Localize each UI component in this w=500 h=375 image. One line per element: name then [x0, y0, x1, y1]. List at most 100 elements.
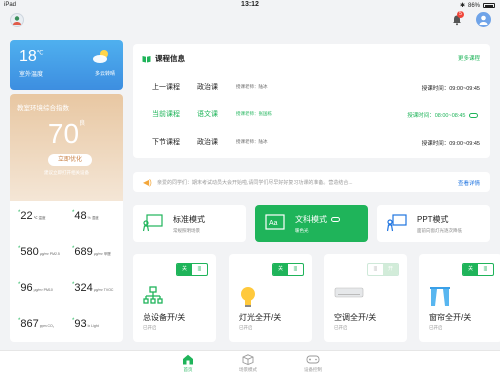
loop-icon — [331, 217, 341, 223]
environment-title: 教室环境综合指数 — [17, 105, 69, 112]
metric-name: Light — [91, 324, 99, 328]
toggle-on-option[interactable]: ||| — [192, 264, 207, 275]
app-header: 5 — [0, 10, 500, 34]
speaker-icon: ◀) — [143, 178, 152, 187]
notice-bar[interactable]: ◀) 亲爱的同学们：期末考试动员大会开始啦,请同学们尽早好好复习功课的准备。营造… — [133, 172, 490, 192]
toggle-on-option[interactable]: ||| — [478, 264, 493, 275]
metric-unit: lx — [87, 324, 91, 328]
device-status: 已开启 — [334, 325, 348, 330]
notice-details-link[interactable]: 查看详情 — [458, 179, 480, 187]
tab-scene-mode[interactable]: 场景模式 — [228, 354, 268, 373]
toggle-off-option[interactable]: 关 — [463, 264, 478, 275]
metric-pm25: *580μg/m³PM2.5 — [18, 246, 60, 258]
device-toggle[interactable]: 关 ||| — [176, 263, 208, 276]
battery-icon — [483, 3, 495, 8]
mode-liberal-arts[interactable]: Aa 文科模式 暖色光 — [255, 205, 368, 242]
mode-title: 文科模式 — [295, 214, 341, 225]
tab-label: 设备控制 — [304, 367, 322, 372]
device-toggle[interactable]: 关 ||| — [462, 263, 494, 276]
course-row-current[interactable]: 当前课程 语文课 授课老师：张国栋 授课时间：08:00~08:45 — [133, 100, 490, 128]
course-header: 课程信息 — [142, 53, 185, 64]
course-title: 课程信息 — [155, 54, 185, 63]
optimize-now-button[interactable]: 立即优化 — [48, 154, 92, 166]
course-subject: 政治课 — [197, 139, 218, 146]
device-lights: 关 ||| 灯光全开/关 已开启 — [229, 254, 312, 342]
device-status: 已开启 — [429, 325, 443, 330]
network-icon — [143, 286, 163, 304]
weather-label: 室外温度 — [19, 72, 44, 78]
cloud-sun-icon — [93, 50, 108, 63]
metric-co2: *867ppmCO₂ — [18, 318, 54, 330]
profile-avatar[interactable] — [476, 12, 491, 27]
metric-light: *93lxLight — [72, 318, 99, 330]
temperature-value: 18 — [19, 48, 37, 65]
course-slot: 上一课程 — [152, 84, 180, 91]
tab-device-control[interactable]: 设备控制 — [293, 354, 333, 373]
tab-home[interactable]: 首页 — [168, 354, 208, 373]
environment-card: 教室环境综合指数 70良 立即优化 建议立即打开相关设备 *22℃温度 *48%… — [10, 94, 123, 342]
course-row-next[interactable]: 下节课程 政治课 授课老师：陆冰 授课时间：09:00~09:45 — [133, 128, 490, 156]
environment-summary: 教室环境综合指数 70良 立即优化 建议立即打开相关设备 — [10, 94, 123, 201]
device-all: 关 ||| 总设备开/关 已开启 — [133, 254, 216, 342]
score-value: 70 — [47, 118, 80, 149]
device-title: 窗帘全开/关 — [429, 313, 472, 322]
metric-unit: μg/m³ — [93, 252, 103, 256]
course-slot: 当前课程 — [152, 111, 180, 118]
more-courses-link[interactable]: 更多课程 — [458, 54, 480, 62]
metric-temperature: *22℃温度 — [18, 210, 46, 222]
status-right: ✱ 86% — [460, 2, 495, 9]
device-toggle[interactable]: 关 ||| — [272, 263, 304, 276]
device-toggle[interactable]: ||| 开 — [367, 263, 399, 276]
course-time: 授课时间：09:00~09:45 — [421, 86, 480, 92]
metric-value: 580 — [20, 246, 39, 258]
user-avatar[interactable] — [10, 13, 24, 27]
environment-tip: 建议立即打开相关设备 — [44, 170, 89, 175]
metric-name: TVOC — [103, 288, 114, 292]
toggle-on-option[interactable]: 开 — [383, 264, 398, 275]
mode-title-text: 文科模式 — [295, 215, 327, 224]
course-time: 授课时间：09:00~09:45 — [421, 141, 480, 147]
metric-value: 48 — [74, 210, 87, 222]
metric-name: 甲醛 — [103, 252, 111, 256]
metric-name: PM2.5 — [49, 252, 60, 256]
user-icon — [479, 15, 488, 25]
metric-name: 温度 — [38, 216, 46, 220]
status-bar: iPad 13:12 ✱ 86% — [0, 0, 500, 10]
temperature-unit: ℃ — [36, 50, 44, 57]
metric-name: CO₂ — [47, 324, 55, 328]
toggle-off-option[interactable]: ||| — [368, 264, 383, 275]
mode-subtitle: 暖色光 — [295, 228, 309, 233]
device-status: 已开启 — [239, 325, 253, 330]
mode-title: PPT模式 — [417, 215, 449, 224]
course-time: 授课时间：08:00~08:45 — [407, 113, 466, 119]
metric-value: 867 — [20, 318, 39, 330]
device-status: 已开启 — [143, 325, 157, 330]
battery-percent: 86% — [467, 2, 480, 9]
mode-subtitle: 常规照明场景 — [173, 228, 200, 233]
outdoor-temperature: 18℃ — [19, 48, 44, 66]
device-curtains: 关 ||| 窗帘全开/关 已开启 — [419, 254, 500, 342]
device-air-conditioner: ||| 开 空调全开/关 已开启 — [324, 254, 407, 342]
course-teacher: 授课老师：张国栋 — [236, 111, 272, 116]
metric-name: 湿度 — [91, 216, 99, 220]
toggle-on-option[interactable]: ||| — [288, 264, 303, 275]
metric-unit: μg/m³ — [33, 288, 43, 292]
toggle-off-option[interactable]: 关 — [273, 264, 288, 275]
svg-text:Aa: Aa — [269, 220, 278, 227]
weather-card: 18℃ 室外温度 多云转晴 — [10, 40, 123, 90]
mode-ppt[interactable]: PPT模式 面前向窗灯光逐次降低 — [377, 205, 490, 242]
metric-value: 689 — [74, 246, 93, 258]
presentation-icon — [387, 214, 407, 232]
mode-subtitle: 面前向窗灯光逐次降低 — [417, 228, 462, 233]
environment-score: 70良 — [10, 118, 123, 150]
mode-standard[interactable]: 标准模式 常规照明场景 — [133, 205, 246, 242]
air-conditioner-icon — [334, 287, 364, 298]
course-subject: 政治课 — [197, 84, 218, 91]
toggle-off-option[interactable]: 关 — [177, 264, 192, 275]
course-teacher: 授课老师：陆冰 — [236, 84, 268, 89]
course-row-previous[interactable]: 上一课程 政治课 授课老师：陆冰 授课时间：09:00~09:45 — [133, 73, 490, 101]
metric-name: PM10 — [43, 288, 53, 292]
course-teacher: 授课老师：陆冰 — [236, 139, 268, 144]
weather-condition: 多云转晴 — [94, 71, 115, 77]
notice-text: 亲爱的同学们：期末考试动员大会开始啦,请同学们尽早好好复习功课的准备。营造结合.… — [157, 180, 353, 186]
